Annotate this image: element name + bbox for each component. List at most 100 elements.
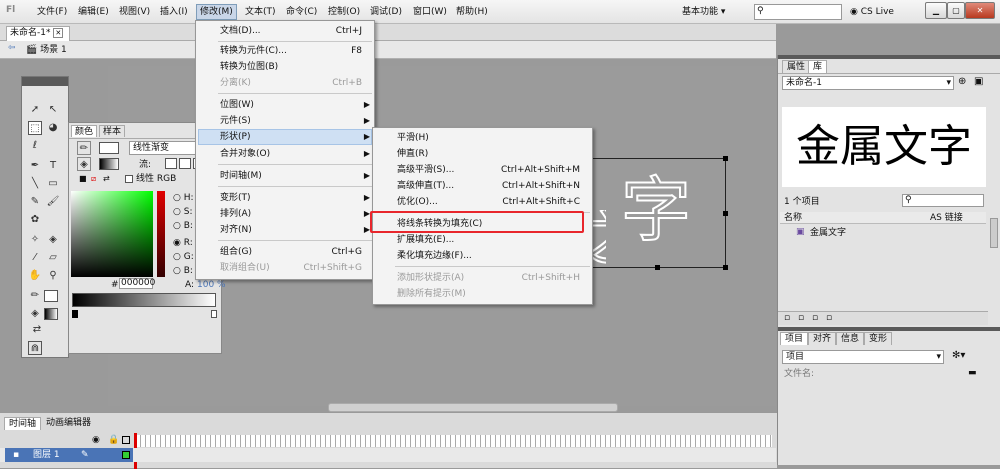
pencil-icon[interactable]: ✎ xyxy=(81,448,89,462)
fill-type-select[interactable]: 线性渐变 xyxy=(129,141,199,155)
layer-name[interactable]: ▪ 图层 1 ✎ xyxy=(5,448,133,462)
menu-item-transform[interactable]: 变形(T) xyxy=(220,190,251,206)
lock-icon[interactable]: 🔒 xyxy=(108,435,119,445)
new-library-icon[interactable]: ▣ xyxy=(974,76,983,87)
menu-item-group[interactable]: 组合(G) xyxy=(220,244,252,260)
project-select[interactable]: 项目 ▾ xyxy=(782,350,944,364)
menu-item-bitmap[interactable]: 位图(W) xyxy=(220,97,254,113)
fill-color-icon[interactable]: ◈ xyxy=(77,157,91,171)
tab-swatches[interactable]: 样本 xyxy=(99,125,126,137)
close-icon[interactable]: ✕ xyxy=(53,28,64,38)
menu-help[interactable]: 帮助(H) xyxy=(453,4,491,20)
cs-live-button[interactable]: ◉ CS Live xyxy=(850,4,910,20)
eye-icon[interactable]: ◉ xyxy=(92,435,100,445)
menu-text[interactable]: 文本(T) xyxy=(242,4,279,20)
menu-item-shape[interactable]: 形状(P) xyxy=(220,129,250,145)
paint-bucket-tool-icon[interactable]: ◈ xyxy=(46,233,60,247)
tab-transform[interactable]: 变形 xyxy=(864,332,893,345)
selection-tool-icon[interactable]: ➚ xyxy=(28,103,42,117)
menu-item-expand-fill[interactable]: 扩展填充(E)... xyxy=(397,232,454,248)
menu-commands[interactable]: 命令(C) xyxy=(283,4,320,20)
default-colors-icon[interactable]: ■ xyxy=(79,174,87,183)
frame-ruler[interactable] xyxy=(136,435,772,447)
menu-item-combine-objects[interactable]: 合并对象(O) xyxy=(220,146,270,162)
back-arrow-icon[interactable]: ⇦ xyxy=(8,43,16,53)
gradient-bar[interactable] xyxy=(72,293,216,307)
color-picker-field[interactable] xyxy=(71,191,153,277)
document-tab[interactable]: 未命名-1* ✕ xyxy=(6,26,70,41)
fill-color-swatch[interactable] xyxy=(44,308,58,320)
tab-properties[interactable]: 属性 xyxy=(782,60,811,73)
panel-header[interactable] xyxy=(778,55,1000,59)
stroke-swatch[interactable] xyxy=(99,142,119,154)
menu-item-break-apart[interactable]: 分离(K) xyxy=(220,75,251,91)
new-folder-icon[interactable]: ▫ xyxy=(784,313,790,323)
line-tool-icon[interactable]: ╲ xyxy=(28,177,42,191)
properties-icon[interactable]: ▫ xyxy=(812,313,818,323)
library-item[interactable]: ▣ 金属文字 xyxy=(780,226,986,240)
lasso-tool-icon[interactable]: ℓ xyxy=(28,139,42,153)
menu-item-ungroup[interactable]: 取消组合(U) xyxy=(220,260,270,276)
menu-item-soften-fill-edges[interactable]: 柔化填充边缘(F)... xyxy=(397,248,472,264)
menu-item-convert-to-symbol[interactable]: 转换为元件(C)... xyxy=(220,43,287,59)
menu-control[interactable]: 控制(O) xyxy=(325,4,363,20)
panel-header[interactable] xyxy=(22,77,68,86)
selected-text-shape[interactable]: 字 xyxy=(588,156,728,270)
rectangle-tool-icon[interactable]: ▭ xyxy=(46,177,60,191)
radio-icon[interactable]: ○ xyxy=(173,207,181,217)
search-input[interactable]: ⚲ xyxy=(754,4,842,20)
radio-icon[interactable]: ○ xyxy=(173,193,181,203)
free-transform-tool-icon[interactable]: ⬚ xyxy=(28,121,42,135)
column-name[interactable]: 名称 xyxy=(784,213,802,223)
stroke-color-icon[interactable]: ✏ xyxy=(77,141,91,155)
tab-color[interactable]: 颜色 xyxy=(71,125,98,137)
flow-reflect-button[interactable] xyxy=(179,158,191,169)
linear-rgb-checkbox[interactable] xyxy=(125,175,133,183)
menu-item-smooth[interactable]: 平滑(H) xyxy=(397,130,429,146)
fill-color-icon[interactable]: ◈ xyxy=(28,307,42,321)
swap-colors-icon[interactable]: ⇄ xyxy=(30,323,44,337)
tab-align[interactable]: 对齐 xyxy=(808,332,837,345)
tab-library[interactable]: 库 xyxy=(808,60,828,73)
menu-item-convert-to-bitmap[interactable]: 转换为位图(B) xyxy=(220,59,278,75)
resize-handle[interactable] xyxy=(723,156,728,161)
menu-item-advanced-smooth[interactable]: 高级平滑(S)... xyxy=(397,162,454,178)
menu-item-optimize[interactable]: 优化(O)... xyxy=(397,194,438,210)
eraser-tool-icon[interactable]: ▱ xyxy=(46,251,60,265)
tab-project[interactable]: 项目 xyxy=(780,332,809,345)
vertical-scrollbar[interactable] xyxy=(990,218,998,248)
swap-colors-icon[interactable]: ⇄ xyxy=(103,174,110,183)
hex-input[interactable]: 000000 xyxy=(119,278,155,289)
menu-file[interactable]: 文件(F) xyxy=(34,4,70,20)
no-color-icon[interactable]: ⧄ xyxy=(91,174,96,184)
snap-to-objects-icon[interactable]: ⋒ xyxy=(28,341,42,355)
radio-icon[interactable]: ◉ xyxy=(173,238,181,248)
minimize-button[interactable]: ▁ xyxy=(925,2,947,19)
horizontal-scrollbar[interactable] xyxy=(328,403,618,412)
delete-icon[interactable]: ▫ xyxy=(826,313,832,323)
menu-item-symbol[interactable]: 元件(S) xyxy=(220,113,251,129)
menu-insert[interactable]: 插入(I) xyxy=(157,4,191,20)
workspace-switcher[interactable]: 基本功能 ▾ xyxy=(682,4,746,20)
tab-info[interactable]: 信息 xyxy=(836,332,865,345)
subselection-tool-icon[interactable]: ↖ xyxy=(46,103,60,117)
menu-item-timeline[interactable]: 时间轴(M) xyxy=(220,168,262,184)
panel-header[interactable] xyxy=(778,327,1000,331)
text-tool-icon[interactable]: T xyxy=(46,159,60,173)
menu-item-document[interactable]: 文档(D)... xyxy=(220,23,261,39)
brush-tool-icon[interactable]: 🖌 xyxy=(46,195,60,209)
menu-item-remove-all-hints[interactable]: 删除所有提示(M) xyxy=(397,286,466,302)
pen-tool-icon[interactable]: ✒ xyxy=(28,159,42,173)
column-linkage[interactable]: AS 链接 xyxy=(930,213,963,223)
menu-view[interactable]: 视图(V) xyxy=(116,4,153,20)
tab-motion-editor[interactable]: 动画编辑器 xyxy=(42,417,95,430)
maximize-button[interactable]: ▢ xyxy=(947,2,965,19)
pencil-tool-icon[interactable]: ✎ xyxy=(28,195,42,209)
menu-item-align[interactable]: 对齐(N) xyxy=(220,222,252,238)
gear-icon[interactable]: ✻▾ xyxy=(952,350,965,361)
radio-icon[interactable]: ○ xyxy=(173,266,181,276)
zoom-tool-icon[interactable]: ⚲ xyxy=(46,269,60,283)
menu-edit[interactable]: 编辑(E) xyxy=(75,4,112,20)
library-search-input[interactable]: ⚲ xyxy=(902,194,984,207)
menu-item-add-shape-hint[interactable]: 添加形状提示(A) xyxy=(397,270,464,286)
